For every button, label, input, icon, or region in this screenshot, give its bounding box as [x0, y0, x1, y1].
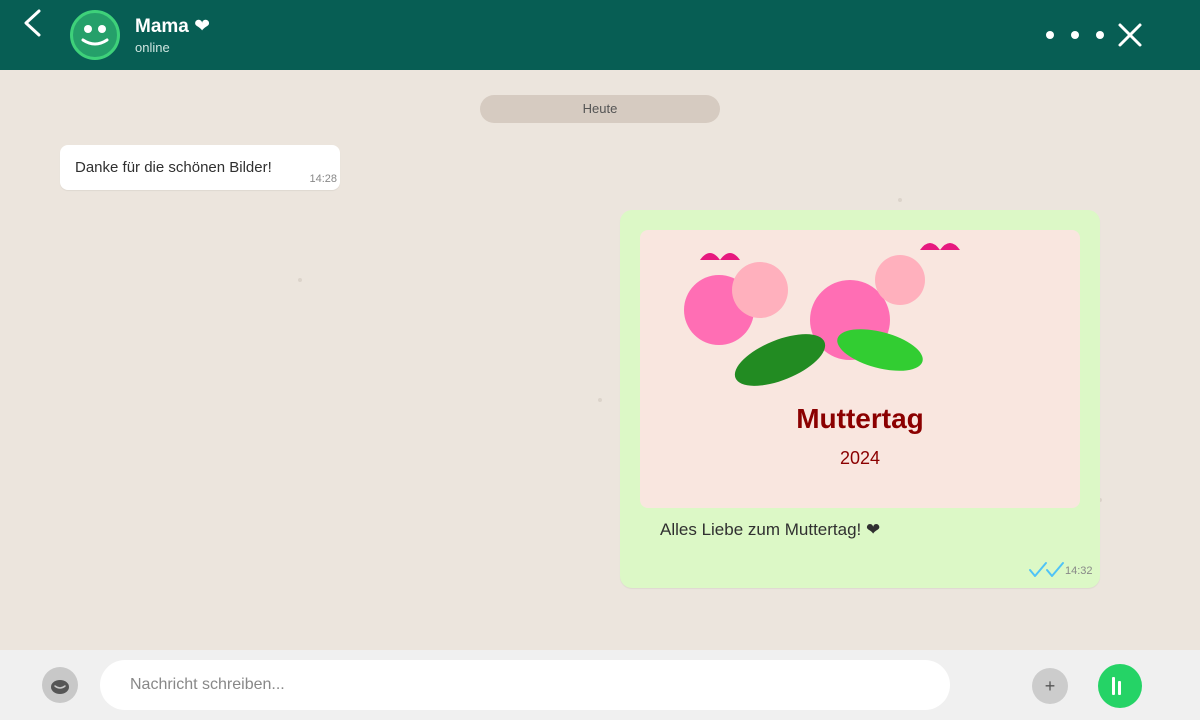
close-button[interactable]	[1114, 18, 1146, 52]
contact-status: online	[135, 40, 170, 55]
flower-illustration	[684, 243, 960, 386]
smiley-avatar-icon	[81, 25, 109, 46]
emoji-button[interactable]	[42, 667, 78, 703]
message-time: 14:28	[309, 173, 337, 185]
more-options-button[interactable]	[1038, 22, 1110, 48]
chat-area[interactable]: Heute Danke für die schönen Bilder! 14:2…	[0, 70, 1200, 650]
message-text: Danke für die schönen Bilder!	[75, 159, 272, 176]
emoji-icon	[51, 680, 69, 694]
message-input[interactable]	[100, 660, 950, 710]
background-speck	[298, 278, 302, 282]
back-button[interactable]	[18, 6, 48, 40]
message-composer: +	[0, 650, 1200, 720]
microphone-icon	[1112, 677, 1121, 695]
contact-name[interactable]: Mama ❤	[135, 15, 210, 38]
voice-message-button[interactable]	[1098, 664, 1142, 708]
chevron-left-icon	[24, 9, 41, 37]
outgoing-message-bubble[interactable]: Muttertag 2024 Alles Liebe zum Muttertag…	[620, 210, 1100, 588]
greeting-card-image[interactable]: Muttertag 2024	[640, 230, 1080, 508]
message-text: Alles Liebe zum Muttertag! ❤	[660, 520, 881, 539]
incoming-message-bubble[interactable]: Danke für die schönen Bilder! 14:28	[60, 145, 340, 190]
double-check-icon	[1029, 562, 1064, 577]
close-icon	[1118, 23, 1142, 47]
attach-button[interactable]: +	[1032, 668, 1068, 704]
card-year: 2024	[839, 448, 881, 468]
card-title: Muttertag	[796, 403, 924, 434]
date-separator: Heute	[480, 95, 720, 123]
background-speck	[598, 398, 602, 402]
background-speck	[898, 198, 902, 202]
message-time: 14:32	[1065, 565, 1093, 577]
chat-header: Mama ❤ online	[0, 0, 1200, 70]
avatar[interactable]	[70, 10, 120, 60]
